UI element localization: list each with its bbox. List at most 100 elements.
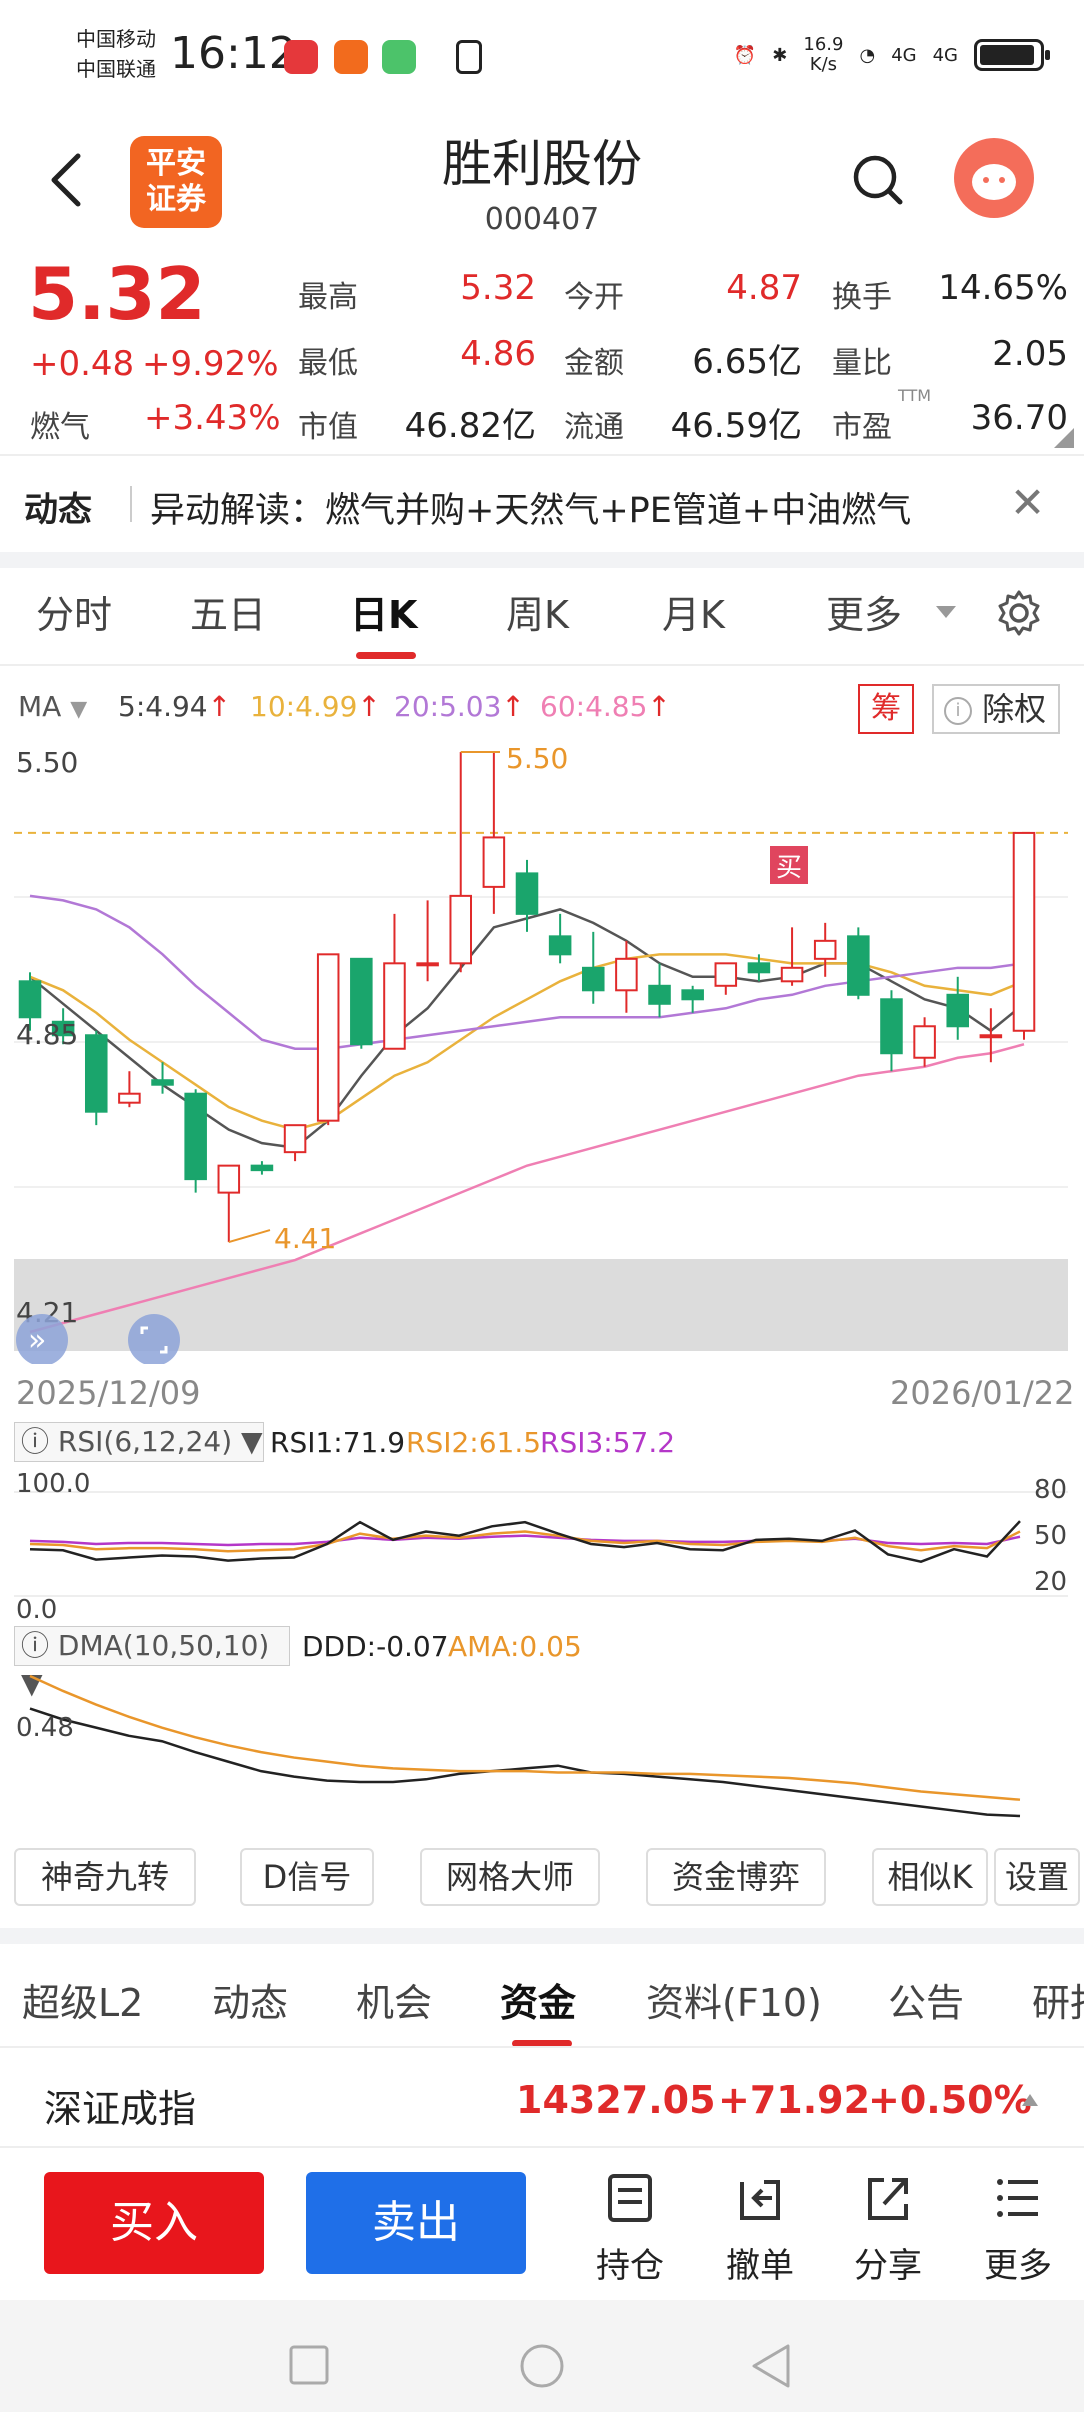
back-nav-icon[interactable] (748, 2342, 792, 2390)
sell-button[interactable]: 卖出 (306, 2172, 526, 2274)
candle-body (18, 980, 42, 1019)
notification-app-icon (334, 40, 368, 74)
candle-body (449, 894, 473, 965)
tab-super-l2[interactable]: 超级L2 (22, 1972, 143, 2027)
home-icon[interactable] (518, 2342, 566, 2390)
rsi-y-bottom: 0.0 (16, 1595, 57, 1624)
status-bar: 中国移动 中国联通 16:12 ⏰ ✱ 16.9 K/s ◔ 4G 4G (0, 0, 1084, 110)
dropdown-triangle-icon[interactable] (934, 604, 958, 620)
tab-more[interactable]: 更多 (826, 584, 902, 639)
float-label: 流通 (564, 410, 624, 445)
news-headline[interactable]: 异动解读：燃气并购+天然气+PE管道+中油燃气 (150, 482, 911, 533)
index-name[interactable]: 深证成指 (44, 2078, 196, 2133)
float-value: 46.59亿 (670, 406, 802, 446)
dma-y-tick: 0.48 (16, 1713, 74, 1743)
tab-announcement[interactable]: 公告 (888, 1972, 964, 2027)
wifi-icon: ◔ (859, 44, 876, 66)
tool-magic-nine[interactable]: 神奇九转 (14, 1848, 196, 1906)
rsi-right-20: 20 (1034, 1567, 1067, 1597)
tool-settings[interactable]: 设置 (994, 1848, 1080, 1906)
candle-body (913, 1025, 936, 1059)
gear-icon[interactable] (994, 588, 1044, 638)
tab-five-day[interactable]: 五日 (190, 584, 266, 639)
tab-news[interactable]: 动态 (212, 1972, 288, 2027)
candle-body (548, 935, 572, 956)
price-change-pct: +9.92% (142, 344, 279, 384)
tab-active-indicator (356, 652, 416, 659)
sector-change[interactable]: +3.43% (144, 398, 281, 438)
low-annotation: 4.41 (274, 1222, 336, 1255)
close-icon[interactable]: ✕ (1010, 478, 1045, 527)
tab-intraday[interactable]: 分时 (36, 584, 112, 639)
candle-body (946, 993, 970, 1028)
pe-label: 市盈 (832, 410, 892, 445)
recent-apps-icon[interactable] (288, 2344, 330, 2386)
tab-research[interactable]: 研报 (1032, 1972, 1084, 2027)
y-tick-mid: 4.85 (16, 1018, 78, 1051)
y-tick-top: 5.50 (16, 746, 78, 779)
candle-body (416, 962, 439, 967)
tool-grid-master[interactable]: 网格大师 (420, 1848, 600, 1906)
buy-button[interactable]: 买入 (44, 2172, 264, 2274)
candle-body (681, 989, 704, 1001)
kline-chart[interactable]: 5.50 4.85 4.21 5.50 4.41 买 » (0, 744, 1084, 1364)
open-value: 4.87 (726, 268, 802, 308)
candle-body (747, 962, 771, 974)
dma-chart[interactable]: 0.48 (0, 1666, 1084, 1826)
tab-weekly-k[interactable]: 周K (506, 584, 569, 639)
cancel-order-label: 撤单 (726, 2246, 794, 2286)
tool-similar-k[interactable]: 相似K (872, 1848, 988, 1906)
index-change: +71.92 (718, 2078, 871, 2122)
ma5-legend: 5:4.94↑ (118, 690, 231, 723)
ex-rights-label: 除权 (982, 690, 1047, 728)
index-value: 14327.05 (516, 2078, 716, 2122)
ma60-value: 60:4.85 (540, 690, 648, 723)
tab-daily-k[interactable]: 日K (350, 584, 417, 639)
more-button[interactable]: 更多 (968, 2170, 1068, 2287)
clock: 16:12 (170, 28, 297, 79)
ddd-value: DDD:-0.07 (302, 1630, 449, 1663)
tab-monthly-k[interactable]: 月K (662, 584, 725, 639)
candle-body (316, 953, 340, 1122)
cancel-order-button[interactable]: 撤单 (710, 2170, 810, 2287)
sector-name[interactable]: 燃气 (30, 402, 90, 446)
system-nav-bar (0, 2300, 1084, 2412)
high-annotation: 5.50 (506, 744, 568, 775)
dma-selector[interactable]: ⓘ DMA(10,50,10) ▼ (14, 1626, 290, 1700)
expand-up-icon[interactable] (1020, 2092, 1040, 2108)
candle-body (482, 836, 506, 888)
ma60-legend: 60:4.85↑ (540, 690, 671, 723)
tool-fund-game[interactable]: 资金博弈 (646, 1848, 826, 1906)
fullscreen-button[interactable] (128, 1314, 180, 1364)
up-arrow-icon: ↑ (501, 690, 525, 723)
tab-funds[interactable]: 资金 (500, 1972, 576, 2027)
corner-expand-icon[interactable] (1054, 428, 1074, 448)
chip-distribution-button[interactable]: 筹 (858, 684, 914, 734)
ma-selector[interactable]: MA ▼ (18, 690, 87, 723)
high-value: 5.32 (460, 268, 536, 308)
tab-f10[interactable]: 资料(F10) (646, 1972, 822, 2027)
huawei-app-icon (284, 40, 318, 74)
dma-label: DMA(10,50,10) (57, 1629, 270, 1662)
ex-rights-button[interactable]: i 除权 (932, 684, 1060, 734)
system-icons: ⏰ ✱ 16.9 K/s ◔ 4G 4G (734, 30, 1050, 80)
tab-opportunity[interactable]: 机会 (356, 1972, 432, 2027)
share-button[interactable]: 分享 (838, 2170, 938, 2287)
share-icon (868, 2178, 908, 2220)
search-icon[interactable] (850, 152, 906, 208)
tool-d-signal[interactable]: D信号 (240, 1848, 374, 1906)
double-chevron-right-icon[interactable]: » (28, 1323, 46, 1358)
pe-value: 36.70 (970, 398, 1068, 438)
ma-dropdown-icon: ▼ (70, 697, 88, 722)
date-start: 2025/12/09 (16, 1374, 201, 1412)
rsi-label: RSI(6,12,24) (57, 1425, 233, 1458)
rsi-selector[interactable]: ⓘ RSI(6,12,24) ▼ (14, 1422, 264, 1462)
candle-body (383, 962, 406, 1050)
rsi-chart[interactable]: 100.0 0.0 80 50 20 (0, 1464, 1084, 1624)
holdings-button[interactable]: 持仓 (580, 2170, 680, 2287)
turnover-value: 14.65% (938, 268, 1068, 308)
buy-signal-label: 买 (776, 853, 802, 883)
ma20-value: 20:5.03 (394, 690, 502, 723)
assistant-avatar[interactable] (954, 138, 1034, 218)
low-leader (228, 1229, 271, 1244)
